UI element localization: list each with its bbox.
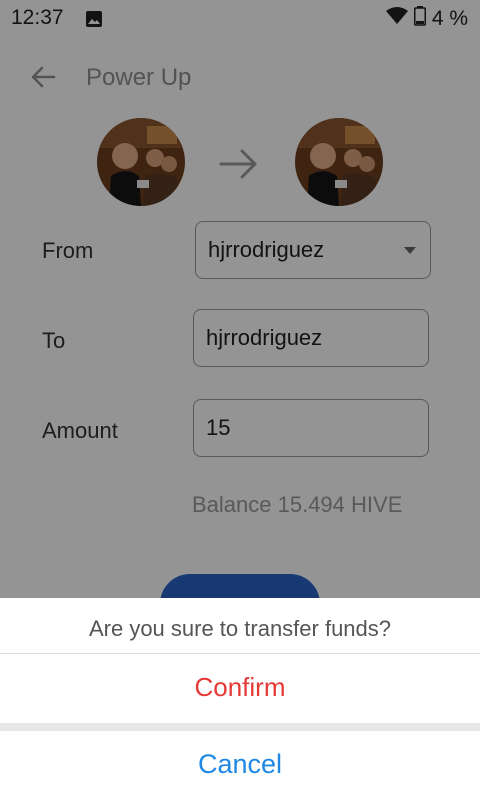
confirm-action-sheet: Are you sure to transfer funds? Confirm … [0,598,480,800]
cancel-button[interactable]: Cancel [0,749,480,780]
confirm-button[interactable]: Confirm [0,672,480,703]
sheet-gap [0,723,480,731]
action-sheet-group: Are you sure to transfer funds? Confirm [0,598,480,723]
cancel-container: Cancel [0,731,480,800]
dialog-question: Are you sure to transfer funds? [88,616,392,641]
divider [0,653,480,654]
